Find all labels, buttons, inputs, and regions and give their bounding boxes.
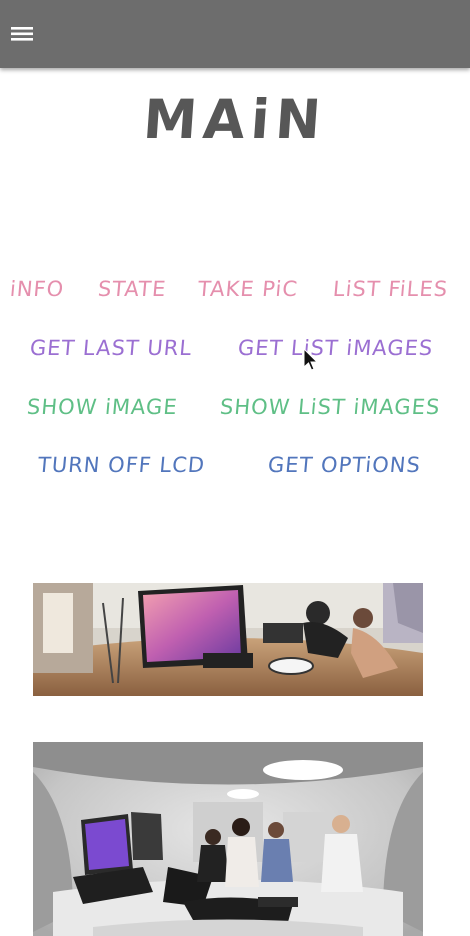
show-list-images-link[interactable]: SHOW LiST iMAGES: [219, 395, 441, 419]
hamburger-menu-icon[interactable]: [8, 18, 38, 48]
get-options-link[interactable]: GET OPTiONS: [267, 453, 422, 477]
panorama-image-1[interactable]: [33, 583, 423, 696]
state-link[interactable]: STATE: [97, 277, 167, 301]
show-image-link[interactable]: SHOW iMAGE: [26, 395, 179, 419]
turn-off-lcd-link[interactable]: TURN OFF LCD: [37, 453, 206, 477]
page-title: MAiN: [141, 88, 329, 151]
panorama-image-2[interactable]: [33, 742, 423, 936]
get-last-url-link[interactable]: GET LAST URL: [29, 336, 193, 360]
get-list-images-link[interactable]: GET LiST iMAGES: [237, 336, 434, 360]
top-app-bar: [0, 0, 470, 68]
mouse-pointer-icon: [303, 347, 319, 372]
info-link[interactable]: iNFO: [9, 277, 65, 301]
list-files-link[interactable]: LiST FiLES: [332, 277, 449, 301]
take-pic-link[interactable]: TAKE PiC: [197, 277, 299, 301]
